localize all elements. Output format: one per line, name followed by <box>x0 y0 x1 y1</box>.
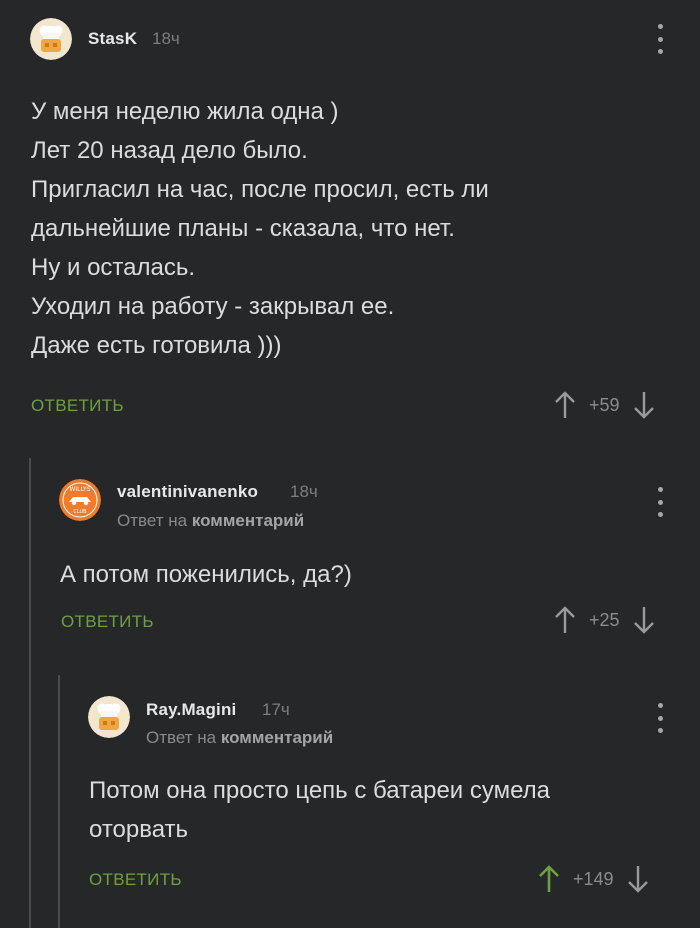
arrow-up-icon[interactable] <box>553 390 577 420</box>
comment-text: У меня неделю жила одна ) Лет 20 назад д… <box>31 98 489 359</box>
comment-ray-magini: Ray.Magini 17ч Ответ на комментарий Пото… <box>0 675 700 928</box>
avatar-text-top: WILLYS <box>69 486 90 493</box>
reply-to-prefix: Ответ на <box>117 511 188 530</box>
vote-controls: +149 <box>537 863 650 895</box>
more-menu-icon[interactable] <box>654 24 666 54</box>
more-menu-icon[interactable] <box>654 487 666 517</box>
more-menu-icon[interactable] <box>654 703 666 733</box>
username[interactable]: StasK <box>88 29 137 49</box>
timestamp: 18ч <box>152 29 180 48</box>
username[interactable]: Ray.Magini <box>146 700 236 720</box>
avatar-text-bottom: CLUB <box>73 509 87 515</box>
avatar[interactable]: WILLYS CLUB <box>59 479 101 521</box>
username[interactable]: valentinivanenko <box>117 482 258 502</box>
score: +25 <box>589 609 620 630</box>
comment-valentinivanenko: WILLYS CLUB valentinivanenko 18ч Ответ н… <box>0 458 700 658</box>
comment-text: А потом поженились, да?) <box>60 561 352 588</box>
score: +59 <box>589 394 620 415</box>
avatar[interactable] <box>88 696 130 738</box>
reply-to-prefix: Ответ на <box>146 728 217 747</box>
arrow-down-icon[interactable] <box>626 864 650 894</box>
arrow-down-icon[interactable] <box>632 605 656 635</box>
arrow-up-icon[interactable] <box>553 605 577 635</box>
chef-avatar-icon <box>30 18 72 60</box>
reply-button[interactable]: ОТВЕТИТЬ <box>31 396 124 416</box>
chef-avatar-icon <box>88 696 130 738</box>
comment-stask: StasK 18ч У меня неделю жила одна ) Лет … <box>0 0 700 440</box>
arrow-up-icon[interactable] <box>537 864 561 894</box>
reply-button[interactable]: ОТВЕТИТЬ <box>89 870 182 890</box>
reply-to-target[interactable]: комментарий <box>221 728 333 747</box>
timestamp: 17ч <box>262 700 290 719</box>
vote-controls: +59 <box>553 389 656 421</box>
willys-club-logo-icon: WILLYS CLUB <box>59 479 101 521</box>
score: +149 <box>573 868 614 889</box>
timestamp: 18ч <box>290 482 318 501</box>
arrow-down-icon[interactable] <box>632 390 656 420</box>
reply-to-label[interactable]: Ответ на комментарий <box>146 728 333 748</box>
reply-button[interactable]: ОТВЕТИТЬ <box>61 612 154 632</box>
reply-to-label[interactable]: Ответ на комментарий <box>117 511 304 531</box>
comment-text: Потом она просто цепь с батареи сумела о… <box>89 777 551 843</box>
vote-controls: +25 <box>553 604 656 636</box>
reply-to-target[interactable]: комментарий <box>192 511 304 530</box>
avatar[interactable] <box>30 18 72 60</box>
